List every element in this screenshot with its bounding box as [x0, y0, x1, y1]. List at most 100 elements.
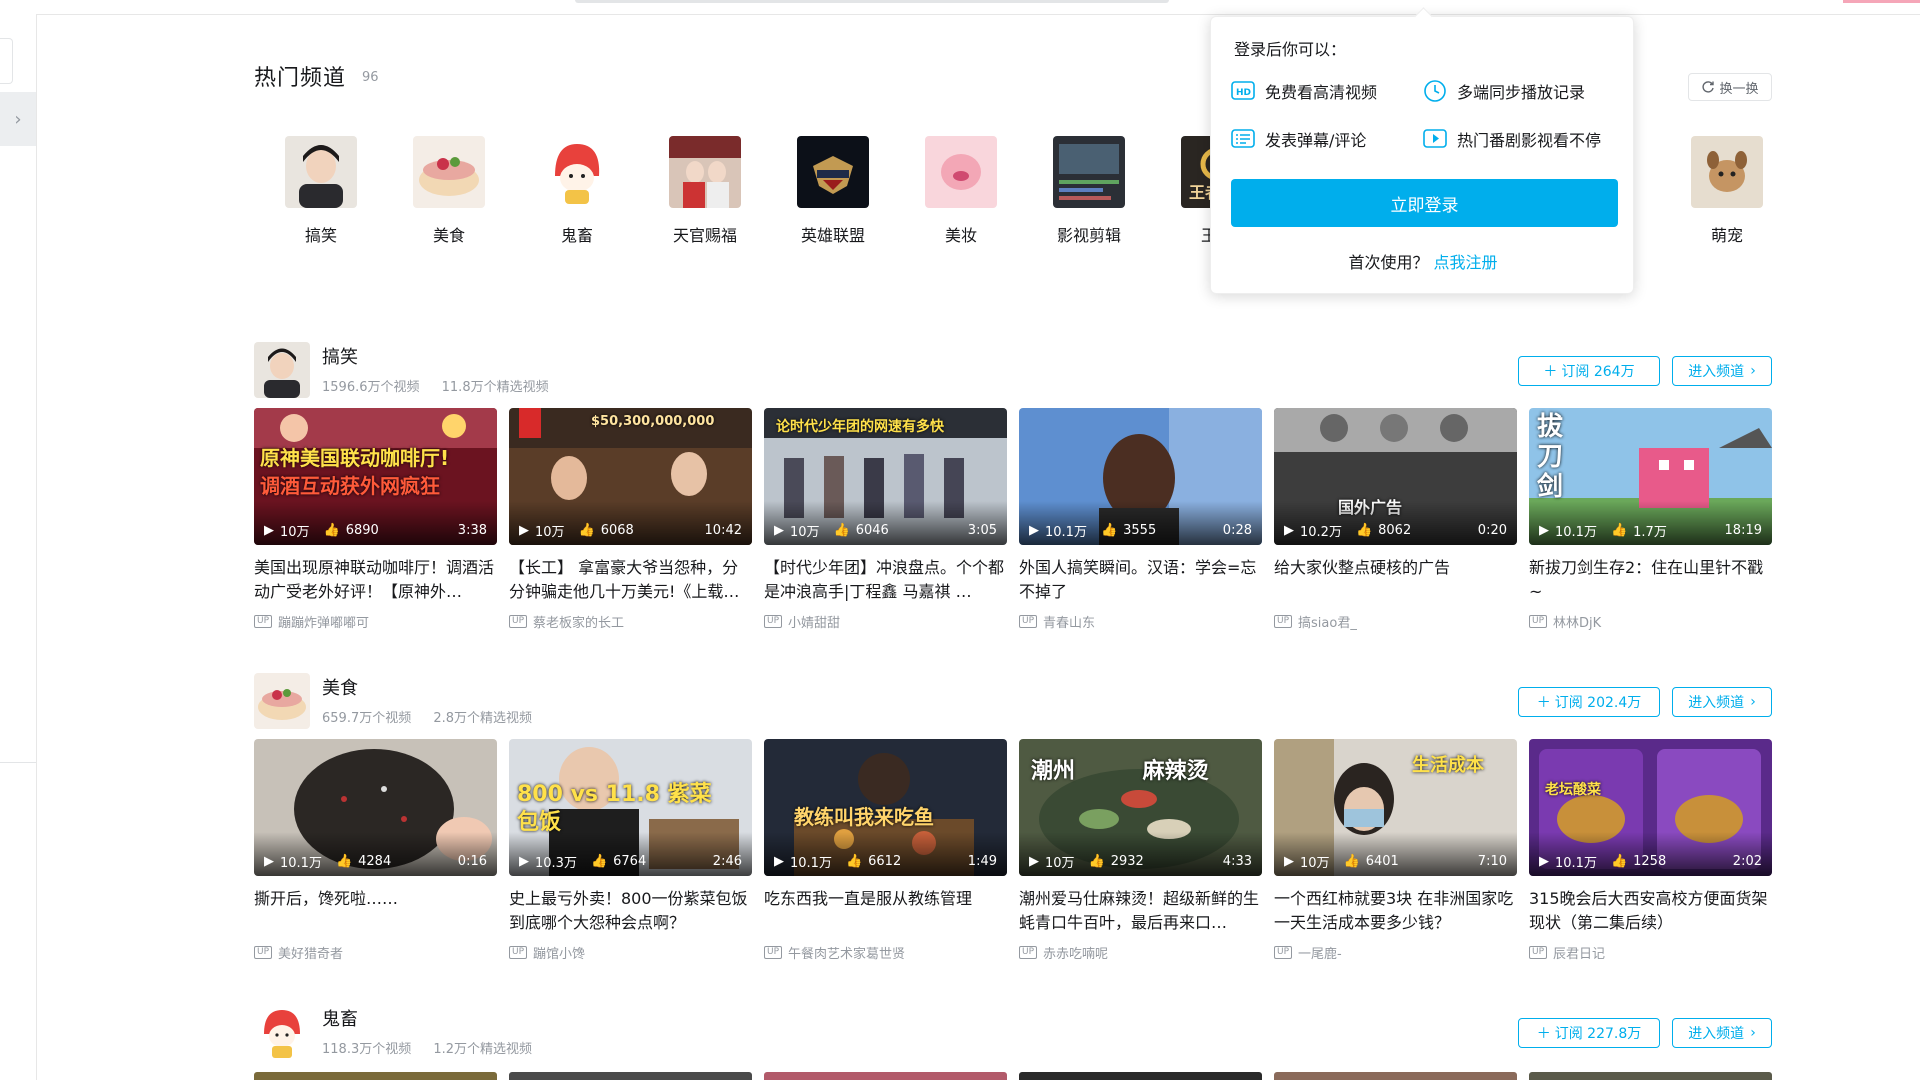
video-cover[interactable]: $50,300,000,000 ▶ 10万 👍 6068 10:42 [509, 408, 752, 545]
duration: 18:19 [1724, 522, 1762, 538]
video-cover-partial[interactable] [764, 1072, 1007, 1080]
video-title[interactable]: 撕开后，馋死啦…… [254, 887, 497, 935]
video-card[interactable]: 800 vs 11.8 紫菜包饭 ▶ 10.3万 👍 6764 2:46 史上最亏外… [509, 739, 752, 962]
channel-item-food[interactable]: 美食 [404, 136, 494, 246]
up-icon: UP [1019, 615, 1038, 628]
video-title[interactable]: 新拔刀剑生存2：住在山里针不戳~ [1529, 556, 1772, 604]
section-name[interactable]: 搞笑 [322, 343, 358, 369]
video-cover-partial[interactable] [1529, 1072, 1772, 1080]
video-author[interactable]: UP 蹦馆小馋 [509, 943, 752, 962]
upload-button-edge[interactable] [1843, 0, 1920, 3]
play-count-icon: ▶ [519, 522, 529, 538]
play-count-icon: ▶ [519, 853, 529, 869]
register-link[interactable]: 点我注册 [1434, 253, 1498, 272]
expand-sidebar-button[interactable]: › [0, 92, 36, 146]
section-name[interactable]: 鬼畜 [322, 1005, 358, 1031]
video-author[interactable]: UP 蹦蹦炸弹嘟嘟可 [254, 612, 497, 631]
video-cover[interactable]: ▶ 10.1万 👍 3555 0:28 [1019, 408, 1262, 545]
video-stats: ▶ 10万 👍 6068 10:42 [519, 521, 742, 540]
video-stats: ▶ 10万 👍 6046 3:05 [774, 521, 997, 540]
enter-channel-button[interactable]: 进入频道 › [1672, 1018, 1772, 1048]
rail-tab[interactable] [0, 38, 13, 84]
channel-item-kichiku[interactable]: 鬼畜 [532, 136, 622, 246]
author-name: 美好猎奇者 [278, 947, 344, 962]
video-card[interactable]: ▶ 10.1万 👍 3555 0:28 外国人搞笑瞬间。汉语：学会=忘不掉了 UP 青… [1019, 408, 1262, 631]
view-count: 10.1万 [1555, 855, 1597, 871]
hd-icon: HD [1231, 81, 1255, 100]
video-card[interactable]: $50,300,000,000 ▶ 10万 👍 6068 10:42 【长工】 拿富… [509, 408, 752, 631]
video-author[interactable]: UP 小婧甜甜 [764, 612, 1007, 631]
video-card[interactable]: 教练叫我来吃鱼 ▶ 10.1万 👍 6612 1:49 吃东西我一直是服从教练管理 … [764, 739, 1007, 962]
section-avatar[interactable] [254, 673, 310, 729]
video-author[interactable]: UP 蔡老板家的长工 [509, 612, 752, 631]
video-author[interactable]: UP 林林DjK [1529, 612, 1772, 631]
video-author[interactable]: UP 美好猎奇者 [254, 943, 497, 962]
video-cover[interactable]: 原神美国联动咖啡厅! 调酒互动获外网疯狂 ▶ 10万 👍 6890 3:38 [254, 408, 497, 545]
video-card[interactable]: 生活成本 ▶ 10万 👍 6401 7:10 一个西红柿就要3块 在非洲国家吃一天生… [1274, 739, 1517, 962]
channel-item-makeup[interactable]: 美妆 [916, 136, 1006, 246]
channel-item-tgcf[interactable]: 天官赐福 [660, 136, 750, 246]
author-name: 一尾鹿- [1298, 947, 1342, 962]
refresh-button[interactable]: 换一换 [1688, 73, 1772, 101]
video-card[interactable]: 拔刀剑 ▶ 10.1万 👍 1.7万 18:19 新拔刀剑生存2：住在山里针不戳~ … [1529, 408, 1772, 631]
video-card[interactable]: 原神美国联动咖啡厅! 调酒互动获外网疯狂 ▶ 10万 👍 6890 3:38 美国出… [254, 408, 497, 631]
video-cover-partial[interactable] [1274, 1072, 1517, 1080]
video-author[interactable]: UP 午餐肉艺术家葛世贤 [764, 943, 1007, 962]
video-cover-partial[interactable] [509, 1072, 752, 1080]
subscribe-button[interactable]: ＋ 订阅 227.8万 [1518, 1018, 1660, 1048]
subscribe-button[interactable]: ＋ 订阅 264万 [1518, 356, 1660, 386]
channel-item-lol[interactable]: 英雄联盟 [788, 136, 878, 246]
video-title[interactable]: 史上最亏外卖！800一份紫菜包饭到底哪个大怨种会点啊？ [509, 887, 752, 935]
video-author[interactable]: UP 一尾鹿- [1274, 943, 1517, 962]
duration: 10:42 [704, 522, 742, 538]
author-name: 蹦馆小馋 [533, 947, 586, 962]
plus-icon: ＋ [1536, 1026, 1551, 1042]
video-title[interactable]: 吃东西我一直是服从教练管理 [764, 887, 1007, 935]
video-title[interactable]: 美国出现原神联动咖啡厅！调酒活动广受老外好评！【原神外… [254, 556, 497, 604]
play-icon [1423, 129, 1447, 148]
video-card[interactable]: 国外广告 ▶10.2万 👍8062 0:20 给大家伙整点硬核的广告 UP搞si… [1274, 408, 1517, 631]
video-author[interactable]: UP 赤赤吃喃呢 [1019, 943, 1262, 962]
video-title[interactable]: 外国人搞笑瞬间。汉语：学会=忘不掉了 [1019, 556, 1262, 604]
video-card[interactable]: 论时代少年团的网速有多快 ▶ 10万 👍 6046 3:05 【时代少年团】冲浪盘点… [764, 408, 1007, 631]
video-card[interactable]: ▶ 10.1万 👍 4284 0:16 撕开后，馋死啦…… UP 美好猎奇者 [254, 739, 497, 962]
video-cover[interactable]: 生活成本 ▶ 10万 👍 6401 7:10 [1274, 739, 1517, 876]
video-author[interactable]: UP 搞siao君_ [1274, 612, 1517, 631]
video-cover[interactable]: 潮州 麻辣烫 ▶ 10万 👍 2932 4:33 [1019, 739, 1262, 876]
video-cover[interactable]: 拔刀剑 ▶ 10.1万 👍 1.7万 18:19 [1529, 408, 1772, 545]
enter-channel-button[interactable]: 进入频道 › [1672, 356, 1772, 386]
video-title[interactable]: 给大家伙整点硬核的广告 [1274, 556, 1517, 604]
video-cover[interactable]: 论时代少年团的网速有多快 ▶ 10万 👍 6046 3:05 [764, 408, 1007, 545]
section-avatar[interactable] [254, 342, 310, 398]
login-button[interactable]: 立即登录 [1231, 179, 1618, 227]
video-cover[interactable]: 国外广告 ▶10.2万 👍8062 0:20 [1274, 408, 1517, 545]
section-meta: 118.3万个视频 1.2万个精选视频 [322, 1038, 550, 1057]
enter-channel-button[interactable]: 进入频道 › [1672, 687, 1772, 717]
video-card[interactable]: 老坛酸菜 ▶ 10.1万 👍 1258 2:02 315晚会后大西安高校方便面货架现… [1529, 739, 1772, 962]
channel-item-film-edit[interactable]: 影视剪辑 [1044, 136, 1134, 246]
section-name[interactable]: 美食 [322, 674, 358, 700]
video-title[interactable]: 【长工】 拿富豪大爷当怨种，分分钟骗走他几十万美元!《上载… [509, 556, 752, 604]
video-cover[interactable]: 老坛酸菜 ▶ 10.1万 👍 1258 2:02 [1529, 739, 1772, 876]
video-title[interactable]: 【时代少年团】冲浪盘点。个个都是冲浪高手|丁程鑫 马嘉祺 … [764, 556, 1007, 604]
video-cover[interactable]: ▶ 10.1万 👍 4284 0:16 [254, 739, 497, 876]
channel-item-funny[interactable]: 搞笑 [276, 136, 366, 246]
video-author[interactable]: UP 青春山东 [1019, 612, 1262, 631]
video-cover[interactable]: 800 vs 11.8 紫菜包饭 ▶ 10.3万 👍 6764 2:46 [509, 739, 752, 876]
section-avatar[interactable] [254, 1004, 310, 1060]
video-author[interactable]: UP 辰君日记 [1529, 943, 1772, 962]
video-cover-partial[interactable] [1019, 1072, 1262, 1080]
subscribe-button[interactable]: ＋ 订阅 202.4万 [1518, 687, 1660, 717]
author-name: 搞siao君_ [1298, 616, 1357, 631]
thumb-up-icon: 👍 [1088, 853, 1105, 869]
benefit-label: 发表弹幕/评论 [1265, 131, 1367, 150]
video-cover-partial[interactable] [254, 1072, 497, 1080]
video-title[interactable]: 潮州爱马仕麻辣烫！超级新鲜的生蚝青口牛百叶，最后再来口… [1019, 887, 1262, 935]
channel-item-pets[interactable]: 萌宠 [1682, 136, 1772, 246]
video-title[interactable]: 315晚会后大西安高校方便面货架现状（第二集后续） [1529, 887, 1772, 935]
author-name: 小婧甜甜 [788, 616, 841, 631]
video-title[interactable]: 一个西红柿就要3块 在非洲国家吃一天生活成本要多少钱？ [1274, 887, 1517, 935]
video-cover[interactable]: 教练叫我来吃鱼 ▶ 10.1万 👍 6612 1:49 [764, 739, 1007, 876]
author-name: 午餐肉艺术家葛世贤 [788, 947, 906, 962]
video-card[interactable]: 潮州 麻辣烫 ▶ 10万 👍 2932 4:33 潮州爱马仕麻辣烫！超级新鲜的生蚝青… [1019, 739, 1262, 962]
